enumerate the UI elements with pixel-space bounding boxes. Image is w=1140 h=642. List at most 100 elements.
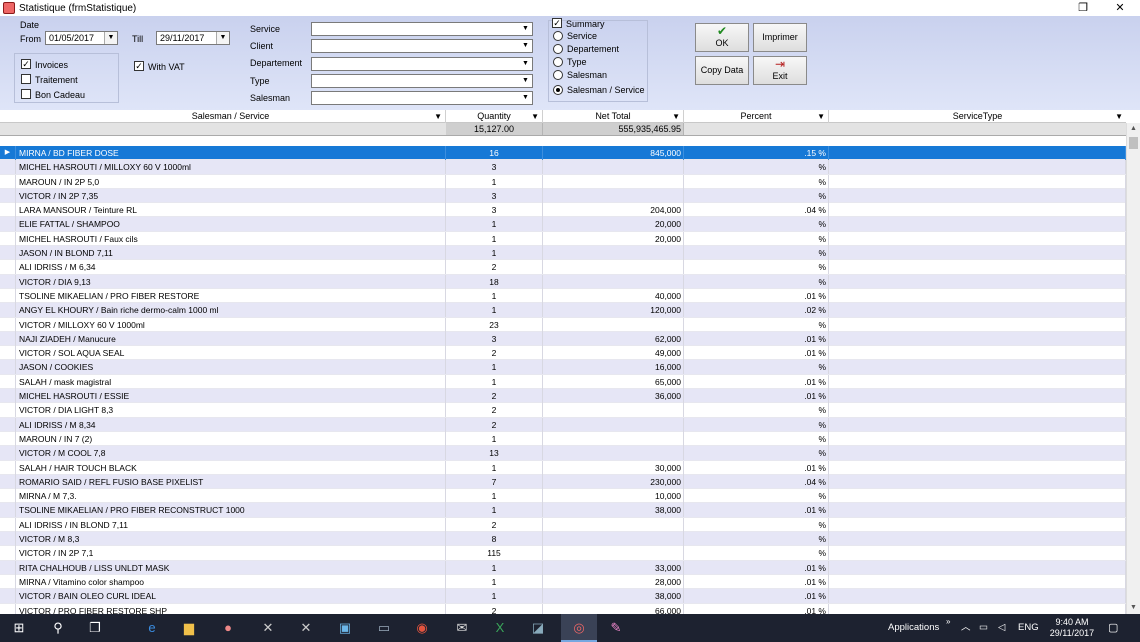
table-row[interactable]: VICTOR / IN 2P 7,35 3% (0, 188, 1126, 204)
table-row[interactable]: JASON / COOKIES 1 16,000% (0, 360, 1126, 375)
app-icon-3[interactable]: ◪ (530, 620, 546, 636)
summary-checkbox[interactable]: ✓ (552, 18, 562, 28)
table-row[interactable]: SALAH / mask magistral 1 65,000.01 % (0, 374, 1126, 390)
radio-departement[interactable] (553, 44, 563, 54)
table-row[interactable]: VICTOR / DIA 9,13 18% (0, 274, 1126, 289)
task-view-icon[interactable]: ❐ (87, 620, 103, 636)
filter-icon[interactable]: ▼ (1115, 110, 1123, 123)
table-row[interactable]: TSOLINE MIKAELIAN / PRO FIBER RESTORE 1 40… (0, 288, 1126, 304)
table-row[interactable]: JASON / IN BLOND 7,11 1% (0, 246, 1126, 261)
scroll-down-icon[interactable]: ▼ (1127, 602, 1140, 614)
column-header-service-type[interactable]: ServiceType ▼ (829, 110, 1126, 123)
column-header-salesman-service[interactable]: Salesman / Service ▼ (16, 110, 446, 123)
table-row[interactable]: VICTOR / MILLOXY 60 V 1000ml 23% (0, 317, 1126, 332)
tray-chevron-icon[interactable]: ︿ (961, 614, 971, 642)
filter-icon[interactable]: ▼ (531, 110, 539, 123)
from-date-input[interactable]: 01/05/2017 ▼ (45, 31, 118, 45)
copy-data-button[interactable]: Copy Data (695, 56, 749, 85)
departement-dropdown-icon[interactable]: ▼ (519, 58, 532, 70)
radio-service[interactable] (553, 31, 563, 41)
table-row[interactable]: VICTOR / DIA LIGHT 8,3 2% (0, 403, 1126, 418)
applications-label[interactable]: Applications (888, 614, 939, 642)
invoices-checkbox[interactable]: ✓ (21, 59, 31, 69)
column-header-net-total[interactable]: Net Total ▼ (543, 110, 684, 123)
excel-icon[interactable]: X (492, 620, 508, 636)
filter-icon[interactable]: ▼ (434, 110, 442, 123)
table-row[interactable]: ELIE FATTAL / SHAMPOO 1 20,000% (0, 217, 1126, 232)
app-icon-2[interactable]: ▣ (337, 620, 353, 636)
exit-button[interactable]: ⇥ Exit (753, 56, 807, 85)
table-row[interactable]: MIRNA / M 7,3. 1 10,000% (0, 489, 1126, 504)
table-row[interactable]: VICTOR / BAIN OLEO CURL IDEAL 1 38,000.01 … (0, 589, 1126, 604)
table-row[interactable]: MAROUN / IN 7 (2) 1% (0, 431, 1126, 447)
vertical-scrollbar[interactable]: ▲ ▼ (1126, 123, 1140, 614)
radio-salesman[interactable] (553, 70, 563, 80)
scroll-thumb[interactable] (1129, 137, 1138, 149)
volume-icon[interactable]: ◁ (998, 614, 1005, 642)
windows-start-icon[interactable]: ⊞ (11, 620, 27, 636)
close-button[interactable]: ✕ (1103, 0, 1137, 16)
network-icon[interactable]: ▭ (979, 614, 988, 642)
client-dropdown-icon[interactable]: ▼ (519, 40, 532, 52)
toolbar-expand-icon[interactable]: » (946, 608, 950, 636)
salesman-dropdown-icon[interactable]: ▼ (519, 92, 532, 104)
remote-desktop-icon[interactable]: ▭ (376, 620, 392, 636)
table-row[interactable]: ALI IDRISS / IN BLOND 7,11 2% (0, 517, 1126, 533)
taskbar-clock[interactable]: 9:40 AM 29/11/2017 (1044, 617, 1100, 639)
table-row[interactable]: ANGY EL KHOURY / Bain riche dermo-calm 1… (0, 303, 1126, 318)
tools-icon[interactable]: ✕ (260, 620, 276, 636)
till-date-input[interactable]: 29/11/2017 ▼ (156, 31, 230, 45)
radio-salesman-service[interactable] (553, 85, 563, 95)
bon-cadeau-checkbox[interactable] (21, 89, 31, 99)
type-dropdown-icon[interactable]: ▼ (519, 75, 532, 87)
restore-button[interactable]: ❐ (1066, 0, 1100, 16)
table-row[interactable]: VICTOR / M 8,3 8% (0, 532, 1126, 547)
table-row[interactable]: SALAH / HAIR TOUCH BLACK 1 30,000.01 % (0, 460, 1126, 475)
statistique-app-icon[interactable]: ◎ (571, 620, 587, 636)
search-icon[interactable]: ⚲ (50, 620, 66, 636)
tools-icon-2[interactable]: ✕ (298, 620, 314, 636)
scroll-up-icon[interactable]: ▲ (1127, 123, 1140, 135)
file-explorer-icon[interactable]: ▆ (181, 620, 197, 636)
service-select[interactable]: ▼ (311, 22, 533, 36)
table-row[interactable]: VICTOR / M COOL 7,8 13% (0, 446, 1126, 461)
notifications-icon[interactable]: ▢ (1108, 614, 1118, 642)
table-row[interactable]: LARA MANSOUR / Teinture RL 3 204,000.04 % (0, 203, 1126, 218)
filter-icon[interactable]: ▼ (672, 110, 680, 123)
column-header-quantity[interactable]: Quantity ▼ (446, 110, 543, 123)
language-indicator[interactable]: ENG (1018, 614, 1039, 642)
till-date-dropdown-icon[interactable]: ▼ (216, 32, 229, 44)
salesman-select[interactable]: ▼ (311, 91, 533, 105)
taskbar-active-app[interactable]: ◎ (561, 614, 597, 642)
table-row[interactable]: NAJI ZIADEH / Manucure 3 62,000.01 % (0, 331, 1126, 347)
radio-type[interactable] (553, 57, 563, 67)
departement-select[interactable]: ▼ (311, 57, 533, 71)
paint-icon[interactable]: ✎ (608, 620, 624, 636)
with-vat-checkbox[interactable]: ✓ (134, 61, 144, 71)
table-row[interactable]: MAROUN / IN 2P 5,0 1% (0, 174, 1126, 189)
traitement-checkbox[interactable] (21, 74, 31, 84)
table-row[interactable]: ▶ MIRNA / BD FIBER DOSE 16 845,000.15 % (0, 146, 1126, 161)
table-row[interactable]: RITA CHALHOUB / LISS UNLDT MASK 1 33,000.0… (0, 560, 1126, 575)
table-row[interactable]: ALI IDRISS / M 8,34 2% (0, 417, 1126, 432)
column-header-percent[interactable]: Percent ▼ (684, 110, 829, 123)
table-row[interactable]: TSOLINE MIKAELIAN / PRO FIBER RECONSTRUC… (0, 503, 1126, 518)
table-row[interactable]: ROMARIO SAID / REFL FUSIO BASE PIXELIST 7… (0, 474, 1126, 490)
from-date-dropdown-icon[interactable]: ▼ (104, 32, 117, 44)
table-row[interactable]: MICHEL HASROUTI / MILLOXY 60 V 1000ml 3% (0, 160, 1126, 175)
table-row[interactable]: VICTOR / IN 2P 7,1 115% (0, 546, 1126, 561)
table-row[interactable]: MICHEL HASROUTI / Faux cils 1 20,000% (0, 231, 1126, 247)
ok-button[interactable]: ✔ OK (695, 23, 749, 52)
filter-icon[interactable]: ▼ (817, 110, 825, 123)
service-dropdown-icon[interactable]: ▼ (519, 23, 532, 35)
type-select[interactable]: ▼ (311, 74, 533, 88)
chrome-icon[interactable]: ◉ (414, 620, 430, 636)
imprimer-button[interactable]: Imprimer (753, 23, 807, 52)
table-row[interactable]: ALI IDRISS / M 6,34 2% (0, 260, 1126, 275)
table-row[interactable]: MICHEL HASROUTI / ESSIE 2 36,000.01 % (0, 389, 1126, 404)
table-row[interactable]: VICTOR / SOL AQUA SEAL 2 49,000.01 % (0, 346, 1126, 361)
app-icon-1[interactable]: ● (220, 620, 236, 636)
client-select[interactable]: ▼ (311, 39, 533, 53)
edge-browser-icon[interactable]: e (144, 620, 160, 636)
table-row[interactable]: MIRNA / Vitamino color shampoo 1 28,000.01… (0, 574, 1126, 590)
